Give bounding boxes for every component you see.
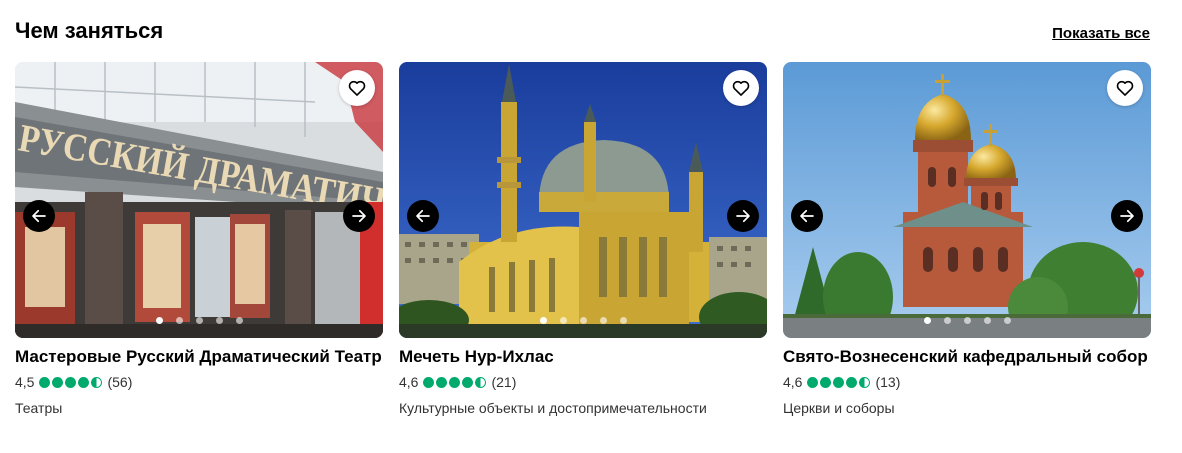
category-label: Культурные объекты и достопримечательнос… (399, 400, 707, 416)
heart-outline-icon (1116, 80, 1134, 96)
arrow-right-icon (736, 209, 750, 223)
pagination-dot[interactable] (1003, 317, 1011, 324)
rating-bubble (846, 376, 858, 388)
rating-value: 4,5 (15, 374, 35, 390)
rating-bubble (39, 376, 51, 388)
review-count[interactable]: (56) (107, 374, 132, 390)
mosque-photo (399, 62, 767, 338)
pagination-dot[interactable] (195, 317, 203, 324)
show-all-link[interactable]: Показать все (1052, 25, 1150, 42)
pagination-dot[interactable] (963, 317, 971, 324)
rating-row: 4,6 (21) (399, 372, 767, 392)
rating-bubble (449, 376, 461, 388)
rating-bubble (65, 376, 77, 388)
pagination-dot[interactable] (599, 317, 607, 324)
category-label: Театры (15, 400, 63, 416)
arrow-left-icon (416, 209, 430, 223)
review-count[interactable]: (21) (491, 374, 516, 390)
previous-photo-button[interactable] (791, 200, 823, 232)
rating-bubble (807, 376, 819, 388)
rating-bubble (462, 376, 474, 388)
card-title[interactable]: Мечеть Нур-Ихлас (399, 346, 767, 368)
arrow-left-icon (800, 209, 814, 223)
next-photo-button[interactable] (727, 200, 759, 232)
rating-value: 4,6 (399, 374, 419, 390)
rating-bubbles (39, 376, 103, 388)
rating-bubble (833, 376, 845, 388)
heart-outline-icon (348, 80, 366, 96)
previous-photo-button[interactable] (23, 200, 55, 232)
rating-bubbles (423, 376, 487, 388)
attraction-card[interactable]: РУССКИЙ ДРАМАТИЧЕСКИЙ ТЕАТР (15, 62, 383, 416)
arrow-right-icon (1120, 209, 1134, 223)
favorite-button[interactable] (1107, 70, 1143, 106)
rating-bubble (91, 376, 103, 388)
next-photo-button[interactable] (1111, 200, 1143, 232)
pagination-dot[interactable] (155, 317, 163, 324)
section-title: Чем заняться (15, 18, 164, 43)
theater-photo: РУССКИЙ ДРАМАТИЧЕСКИЙ ТЕАТР (15, 62, 383, 338)
pagination-dot[interactable] (923, 317, 931, 324)
pagination-dot[interactable] (539, 317, 547, 324)
photo-pagination (783, 317, 1151, 324)
pagination-dot[interactable] (619, 317, 627, 324)
rating-value: 4,6 (783, 374, 803, 390)
card-photo[interactable]: РУССКИЙ ДРАМАТИЧЕСКИЙ ТЕАТР (15, 62, 383, 338)
review-count[interactable]: (13) (875, 374, 900, 390)
rating-bubble (78, 376, 90, 388)
pagination-dot[interactable] (215, 317, 223, 324)
attraction-card[interactable]: Свято-Вознесенский кафедральный собор 4,… (783, 62, 1151, 416)
pagination-dot[interactable] (579, 317, 587, 324)
card-photo[interactable] (783, 62, 1151, 338)
pagination-dot[interactable] (943, 317, 951, 324)
previous-photo-button[interactable] (407, 200, 439, 232)
heart-outline-icon (732, 80, 750, 96)
rating-bubbles (807, 376, 871, 388)
photo-pagination (399, 317, 767, 324)
rating-bubble (52, 376, 64, 388)
pagination-dot[interactable] (235, 317, 243, 324)
category-label: Церкви и соборы (783, 400, 895, 416)
rating-bubble (423, 376, 435, 388)
next-photo-button[interactable] (343, 200, 375, 232)
favorite-button[interactable] (723, 70, 759, 106)
pagination-dot[interactable] (983, 317, 991, 324)
arrow-right-icon (352, 209, 366, 223)
rating-bubble (820, 376, 832, 388)
cathedral-photo (783, 62, 1151, 338)
pagination-dot[interactable] (175, 317, 183, 324)
rating-bubble (859, 376, 871, 388)
rating-bubble (436, 376, 448, 388)
photo-pagination (15, 317, 383, 324)
rating-bubble (475, 376, 487, 388)
card-photo[interactable] (399, 62, 767, 338)
card-title[interactable]: Мастеровые Русский Драматический Театр (15, 346, 383, 368)
rating-row: 4,6 (13) (783, 372, 1151, 392)
attraction-card[interactable]: Мечеть Нур-Ихлас 4,6 (21) Культурные объ… (399, 62, 767, 416)
pagination-dot[interactable] (559, 317, 567, 324)
rating-row: 4,5 (56) (15, 372, 383, 392)
arrow-left-icon (32, 209, 46, 223)
card-title[interactable]: Свято-Вознесенский кафедральный собор (783, 346, 1151, 368)
favorite-button[interactable] (339, 70, 375, 106)
